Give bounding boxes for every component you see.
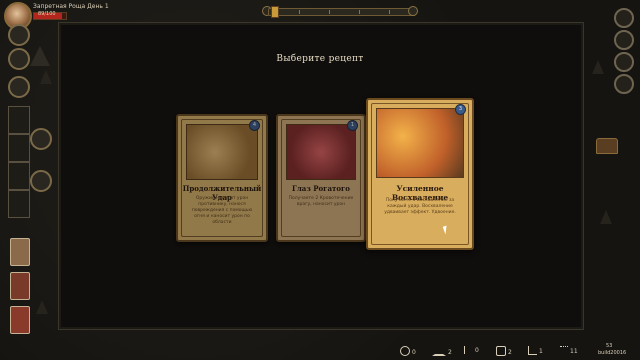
timeline-tick xyxy=(389,10,390,14)
recipe-card[interactable]: 4 Продолжительный Удар Оружие наносит ур… xyxy=(176,114,268,242)
timeline-marker xyxy=(271,6,279,18)
modal-title: Выберите рецепт xyxy=(276,54,364,64)
resource-value: 2 xyxy=(508,349,512,356)
card-art xyxy=(376,108,464,178)
timeline-tick xyxy=(329,10,330,14)
resource-value: 0 xyxy=(412,349,416,356)
herb-icon xyxy=(464,346,473,354)
card-art xyxy=(186,124,258,180)
timeline-tick xyxy=(359,10,360,14)
resource-value: 0 xyxy=(475,347,479,354)
resource-value: 2 xyxy=(448,349,452,356)
resource-chalice: 2 xyxy=(432,346,452,356)
key-icon xyxy=(400,346,410,356)
deck-card-icon[interactable] xyxy=(10,306,30,334)
location-label: Запретная Роща День 1 xyxy=(33,3,109,10)
coin-count: 53 xyxy=(606,343,613,349)
inventory-slot[interactable] xyxy=(8,134,30,162)
recipe-card[interactable]: 1 Глаз Рогатого Получаете 2 Кровотечение… xyxy=(276,114,366,242)
timeline-tick xyxy=(299,10,300,14)
resource-herb: 0 xyxy=(464,346,479,354)
timeline-end-icon xyxy=(408,6,418,16)
bag-icon[interactable] xyxy=(8,76,30,98)
resource-key: 0 xyxy=(400,346,416,356)
inventory-slot[interactable] xyxy=(8,106,30,134)
resource-value: 1 xyxy=(539,348,543,355)
card-description: Получаете 2 Кровотечение врагу, наносит … xyxy=(288,196,354,207)
chest-icon[interactable] xyxy=(596,138,618,154)
map-icon[interactable] xyxy=(614,30,634,50)
resource-hand: 2 xyxy=(496,346,512,356)
mana-cost-badge: 4 xyxy=(249,120,260,131)
resource-dots: 11 xyxy=(560,346,578,355)
chalice-icon xyxy=(432,346,446,356)
day-timeline xyxy=(268,6,416,18)
card-description: Оружие наносит урон противнику, нанося п… xyxy=(191,196,253,225)
inventory-slot[interactable] xyxy=(8,190,30,218)
tree-decoration xyxy=(36,300,48,314)
quest-icon[interactable] xyxy=(614,74,634,94)
resource-chart: 1 xyxy=(528,346,543,355)
bar-chart-icon xyxy=(528,346,537,355)
top-hud: Запретная Роща День 1 89/100 xyxy=(0,0,640,30)
tree-decoration xyxy=(600,210,612,224)
settings-icon[interactable] xyxy=(614,8,634,28)
resource-value: 11 xyxy=(570,348,578,355)
health-text: 89/100 xyxy=(38,11,56,17)
card-art xyxy=(286,124,356,180)
mana-cost-badge: 1 xyxy=(347,120,358,131)
mana-cost-badge: 3 xyxy=(455,104,466,115)
dots-icon xyxy=(560,346,568,355)
ability-ring-icon xyxy=(30,128,52,150)
ability-ring-icon xyxy=(30,170,52,192)
build-label: build20016 xyxy=(598,350,627,356)
recipe-card-selected[interactable]: 3 Усиленное Восхваление Получаете 3 Восх… xyxy=(366,98,474,250)
compass-icon[interactable] xyxy=(8,24,30,46)
hand-icon xyxy=(496,346,506,356)
deck-card-icon[interactable] xyxy=(10,238,30,266)
card-description: Получаете 3 Восхваление за каждый удар. … xyxy=(384,198,456,215)
tree-decoration xyxy=(40,70,52,84)
inventory-slot[interactable] xyxy=(8,162,30,190)
card-name: Глаз Рогатого xyxy=(292,184,350,193)
deck-card-icon[interactable] xyxy=(10,272,30,300)
